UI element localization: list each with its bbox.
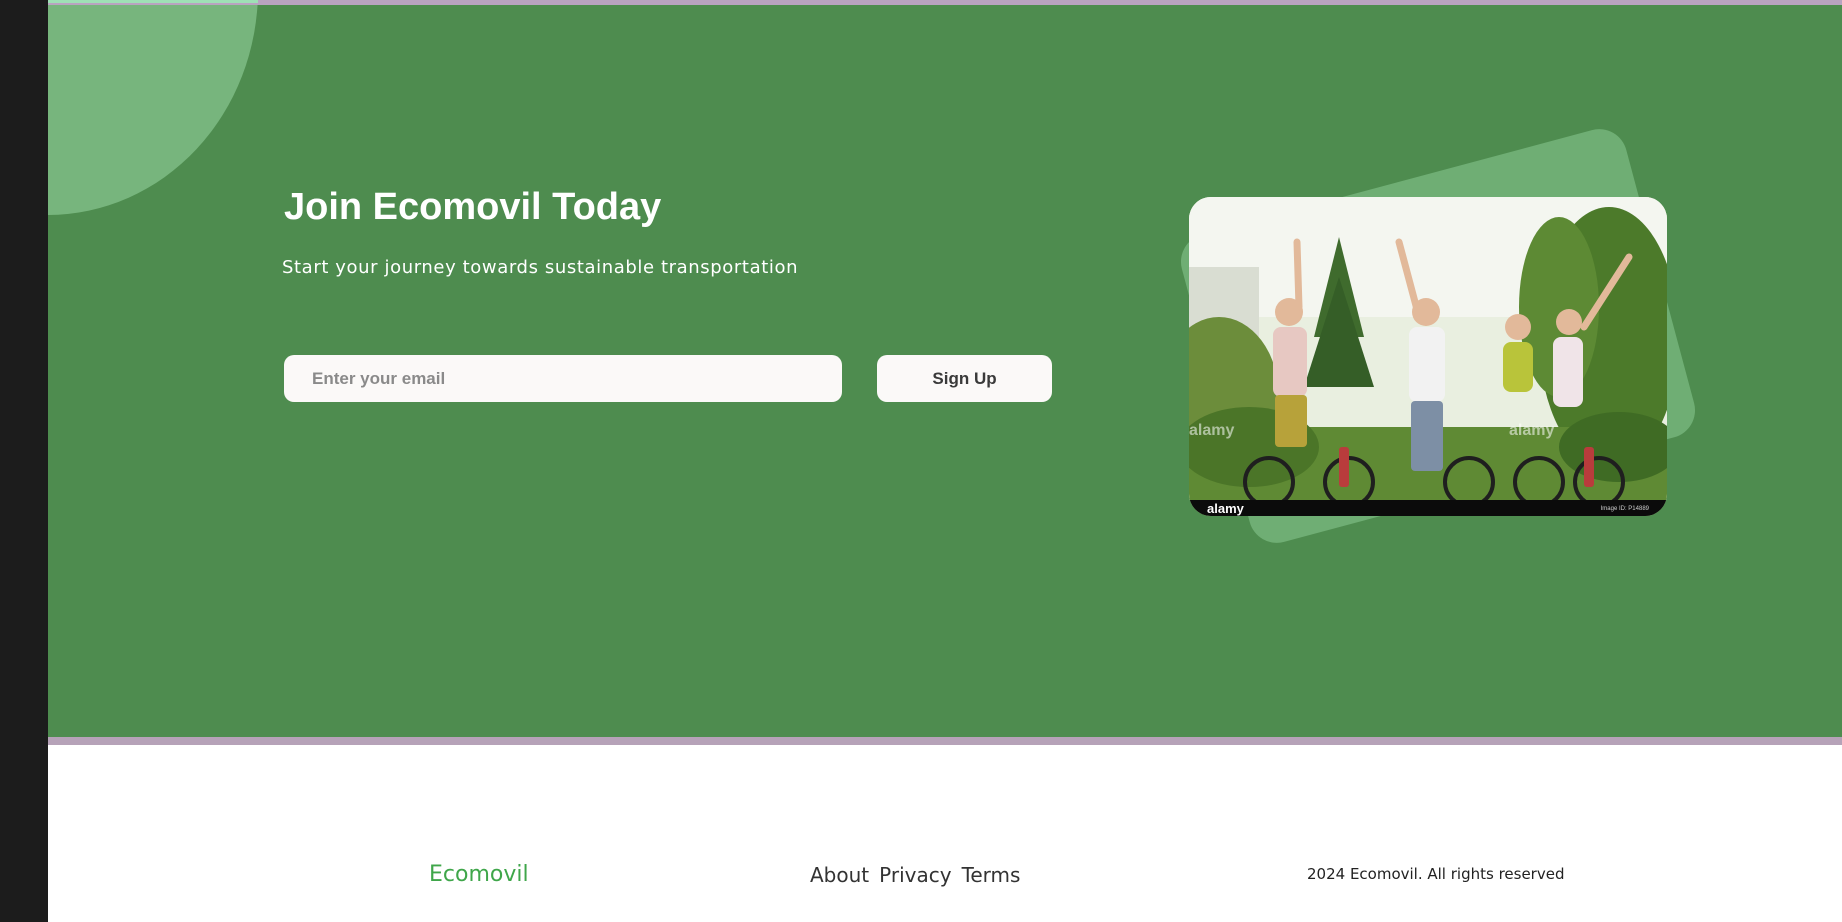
cta-subtitle: Start your journey towards sustainable t… xyxy=(282,257,799,278)
footer: Ecomovil About Privacy Terms 2024 Ecomov… xyxy=(48,745,1842,922)
cta-section: Join Ecomovil Today Start your journey t… xyxy=(48,5,1842,737)
email-input[interactable] xyxy=(284,355,842,402)
footer-copyright: 2024 Ecomovil. All rights reserved xyxy=(1307,865,1565,883)
footer-link-terms[interactable]: Terms xyxy=(962,863,1021,887)
watermark-overlay: alamy xyxy=(1189,422,1235,439)
page: Join Ecomovil Today Start your journey t… xyxy=(48,0,1842,922)
signup-button[interactable]: Sign Up xyxy=(877,355,1052,402)
cta-title: Join Ecomovil Today xyxy=(284,186,662,228)
watermark-image-id: Image ID: P14889 xyxy=(1600,506,1649,512)
watermark-overlay: alamy xyxy=(1509,422,1555,439)
cyclists-photo-illustration xyxy=(1189,197,1667,516)
footer-nav: About Privacy Terms xyxy=(810,863,1020,887)
watermark-bar: alamy Image ID: P14889 xyxy=(1189,500,1667,516)
footer-link-privacy[interactable]: Privacy xyxy=(879,863,951,887)
cyclists-photo: alamy alamy alamy Image ID: P14889 xyxy=(1189,197,1667,516)
footer-link-about[interactable]: About xyxy=(810,863,869,887)
footer-brand: Ecomovil xyxy=(429,862,529,887)
section-divider xyxy=(48,737,1842,745)
watermark-logo: alamy xyxy=(1207,501,1244,516)
decorative-circle xyxy=(48,5,258,215)
